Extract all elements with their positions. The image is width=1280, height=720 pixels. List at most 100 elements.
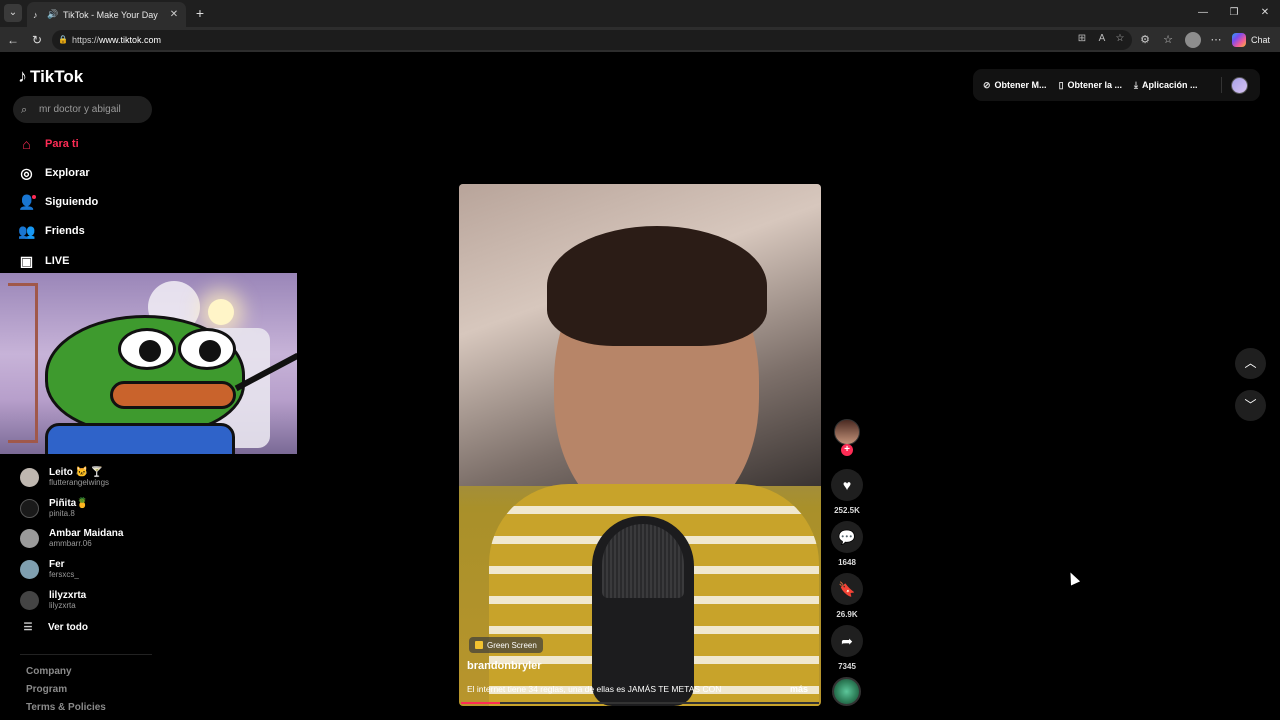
creator-avatar[interactable] bbox=[834, 419, 860, 445]
nav-live[interactable]: ▣ LIVE bbox=[18, 250, 70, 272]
like-button[interactable]: ♥ bbox=[831, 469, 863, 501]
video-author[interactable]: brandonbryler bbox=[467, 660, 542, 672]
get-coins-label: Obtener M... bbox=[994, 80, 1047, 90]
home-icon: ⌂ bbox=[22, 135, 31, 152]
account-handle: pinita.8 bbox=[49, 508, 75, 518]
header-actions: ⊘ Obtener M... ▯ Obtener la ... ⤓ Aplica… bbox=[973, 69, 1260, 101]
avatar bbox=[20, 590, 39, 610]
previous-video-button[interactable]: ︿ bbox=[1235, 348, 1266, 379]
audio-playing-icon[interactable]: 🔊 bbox=[47, 9, 59, 20]
nav-following[interactable]: 👤 Siguiendo bbox=[18, 191, 98, 213]
reload-button[interactable]: ↻ bbox=[29, 32, 45, 48]
address-bar[interactable]: 🔒 https://www.tiktok.com bbox=[52, 30, 1132, 50]
following-account[interactable]: Ambar Maidana ammbarr.06 bbox=[20, 525, 123, 551]
avatar bbox=[20, 528, 39, 548]
share-icon: ➦ bbox=[841, 633, 853, 649]
video-player[interactable] bbox=[459, 184, 821, 706]
share-button[interactable]: ➦ bbox=[831, 625, 863, 657]
frog-right-eye bbox=[178, 328, 236, 370]
nav-label: LIVE bbox=[45, 255, 70, 267]
nav-explore[interactable]: ◎ Explorar bbox=[18, 162, 90, 184]
save-button[interactable]: 🔖 bbox=[831, 573, 863, 605]
favorites-icon[interactable]: ☆ bbox=[1160, 32, 1176, 48]
avatar bbox=[20, 467, 39, 487]
site-info-icon[interactable]: 🔒 bbox=[58, 30, 68, 50]
nav-label: Para ti bbox=[45, 138, 79, 150]
desktop-app-button[interactable]: ⤓ Aplicación ... bbox=[1134, 80, 1198, 91]
restore-window-button[interactable]: ❐ bbox=[1227, 6, 1241, 20]
webcam-overlay bbox=[0, 273, 297, 454]
account-name: lilyzxrta bbox=[49, 589, 87, 601]
extensions-icon[interactable]: ⚙ bbox=[1137, 32, 1153, 48]
copilot-chat-button[interactable]: Chat bbox=[1232, 31, 1270, 49]
see-all-label: Ver todo bbox=[48, 622, 89, 633]
effect-tag[interactable]: Green Screen bbox=[469, 637, 543, 653]
account-name: Piñita🍍 bbox=[49, 497, 89, 509]
footer-link-terms[interactable]: Terms & Policies bbox=[26, 702, 106, 713]
nav-label: Explorar bbox=[45, 167, 90, 179]
effect-label: Green Screen bbox=[487, 640, 537, 650]
notification-dot bbox=[32, 194, 36, 199]
see-all-button[interactable]: ☰ Ver todo bbox=[20, 622, 89, 633]
favorite-star-icon[interactable]: ☆ bbox=[1113, 32, 1127, 46]
music-disc-icon[interactable] bbox=[832, 677, 861, 706]
new-tab-button[interactable]: + bbox=[192, 5, 208, 21]
tab-actions-menu-icon[interactable]: ⌄ bbox=[4, 4, 22, 22]
creator-hair bbox=[547, 226, 767, 346]
frog-left-eye bbox=[118, 328, 176, 370]
video-caption: El internet tiene 34 reglas, una de ella… bbox=[467, 684, 722, 694]
get-app-button[interactable]: ▯ Obtener la ... bbox=[1059, 80, 1122, 91]
heart-icon: ♥ bbox=[842, 477, 852, 493]
more-button[interactable]: más bbox=[790, 684, 808, 694]
search-icon[interactable]: ⌕ bbox=[21, 103, 35, 117]
following-account[interactable]: Piñita🍍 pinita.8 bbox=[20, 495, 89, 521]
browser-toolbar: ← ↻ 🔒 https://www.tiktok.com ⊞ A ☆ ⚙ ☆ ⋯… bbox=[0, 27, 1280, 52]
more-options-icon[interactable]: ⋯ bbox=[1208, 32, 1224, 48]
account-name: Ambar Maidana bbox=[49, 527, 124, 539]
following-account[interactable]: Leito 🐱 🍸 flutterangelwings bbox=[20, 464, 109, 490]
copilot-icon bbox=[1232, 33, 1246, 47]
minimize-window-button[interactable]: — bbox=[1196, 6, 1210, 20]
nav-label: Friends bbox=[45, 225, 85, 237]
coin-icon: ⊘ bbox=[983, 79, 991, 90]
nav-friends[interactable]: 👥 Friends bbox=[18, 220, 85, 242]
comment-button[interactable]: 💬 bbox=[831, 521, 863, 553]
following-account[interactable]: lilyzxrta lilyzxrta bbox=[20, 587, 86, 613]
close-tab-icon[interactable]: ✕ bbox=[168, 9, 180, 20]
share-count: 7345 bbox=[838, 662, 856, 671]
profile-avatar[interactable] bbox=[1185, 32, 1201, 48]
frog-mouth bbox=[110, 381, 236, 409]
follow-plus-icon[interactable]: + bbox=[841, 444, 853, 456]
tiktok-favicon-icon: ♪ bbox=[33, 9, 38, 20]
copilot-label: Chat bbox=[1251, 35, 1271, 45]
url-scheme: https:// bbox=[72, 35, 100, 45]
translate-icon[interactable]: A bbox=[1095, 32, 1109, 46]
account-handle: flutterangelwings bbox=[49, 477, 110, 487]
browser-tabbar: ⌄ ♪ 🔊 TikTok - Make Your Day ✕ + — ❐ ✕ bbox=[0, 0, 1280, 27]
avatar bbox=[20, 559, 39, 579]
search-box[interactable]: ⌕ bbox=[13, 96, 152, 123]
footer-link-program[interactable]: Program bbox=[26, 684, 67, 695]
comment-icon: 💬 bbox=[838, 529, 856, 545]
browser-tab[interactable]: ♪ 🔊 TikTok - Make Your Day ✕ bbox=[27, 2, 186, 27]
tiktok-logo[interactable]: ♪ TikTok bbox=[18, 66, 83, 87]
account-handle: lilyzxrta bbox=[49, 600, 76, 610]
user-avatar[interactable] bbox=[1231, 77, 1248, 94]
avatar bbox=[20, 498, 39, 518]
search-input[interactable] bbox=[39, 104, 147, 115]
get-app-label: Obtener la ... bbox=[1067, 80, 1123, 90]
nav-for-you[interactable]: ⌂ Para ti bbox=[18, 133, 79, 155]
next-video-button[interactable]: ﹀ bbox=[1235, 390, 1266, 421]
bookmark-icon: 🔖 bbox=[838, 581, 856, 597]
apps-icon[interactable]: ⊞ bbox=[1075, 32, 1089, 46]
footer-link-company[interactable]: Company bbox=[26, 666, 72, 677]
get-coins-button[interactable]: ⊘ Obtener M... bbox=[983, 80, 1047, 91]
account-name: Fer bbox=[49, 558, 65, 570]
comment-count: 1648 bbox=[838, 558, 856, 567]
following-account[interactable]: Fer fersxcs_ bbox=[20, 556, 79, 582]
video-progress-bar[interactable] bbox=[461, 702, 819, 704]
save-count: 26.9K bbox=[836, 610, 858, 619]
account-handle: fersxcs_ bbox=[49, 569, 79, 579]
close-window-button[interactable]: ✕ bbox=[1258, 6, 1272, 20]
back-button[interactable]: ← bbox=[5, 32, 21, 48]
